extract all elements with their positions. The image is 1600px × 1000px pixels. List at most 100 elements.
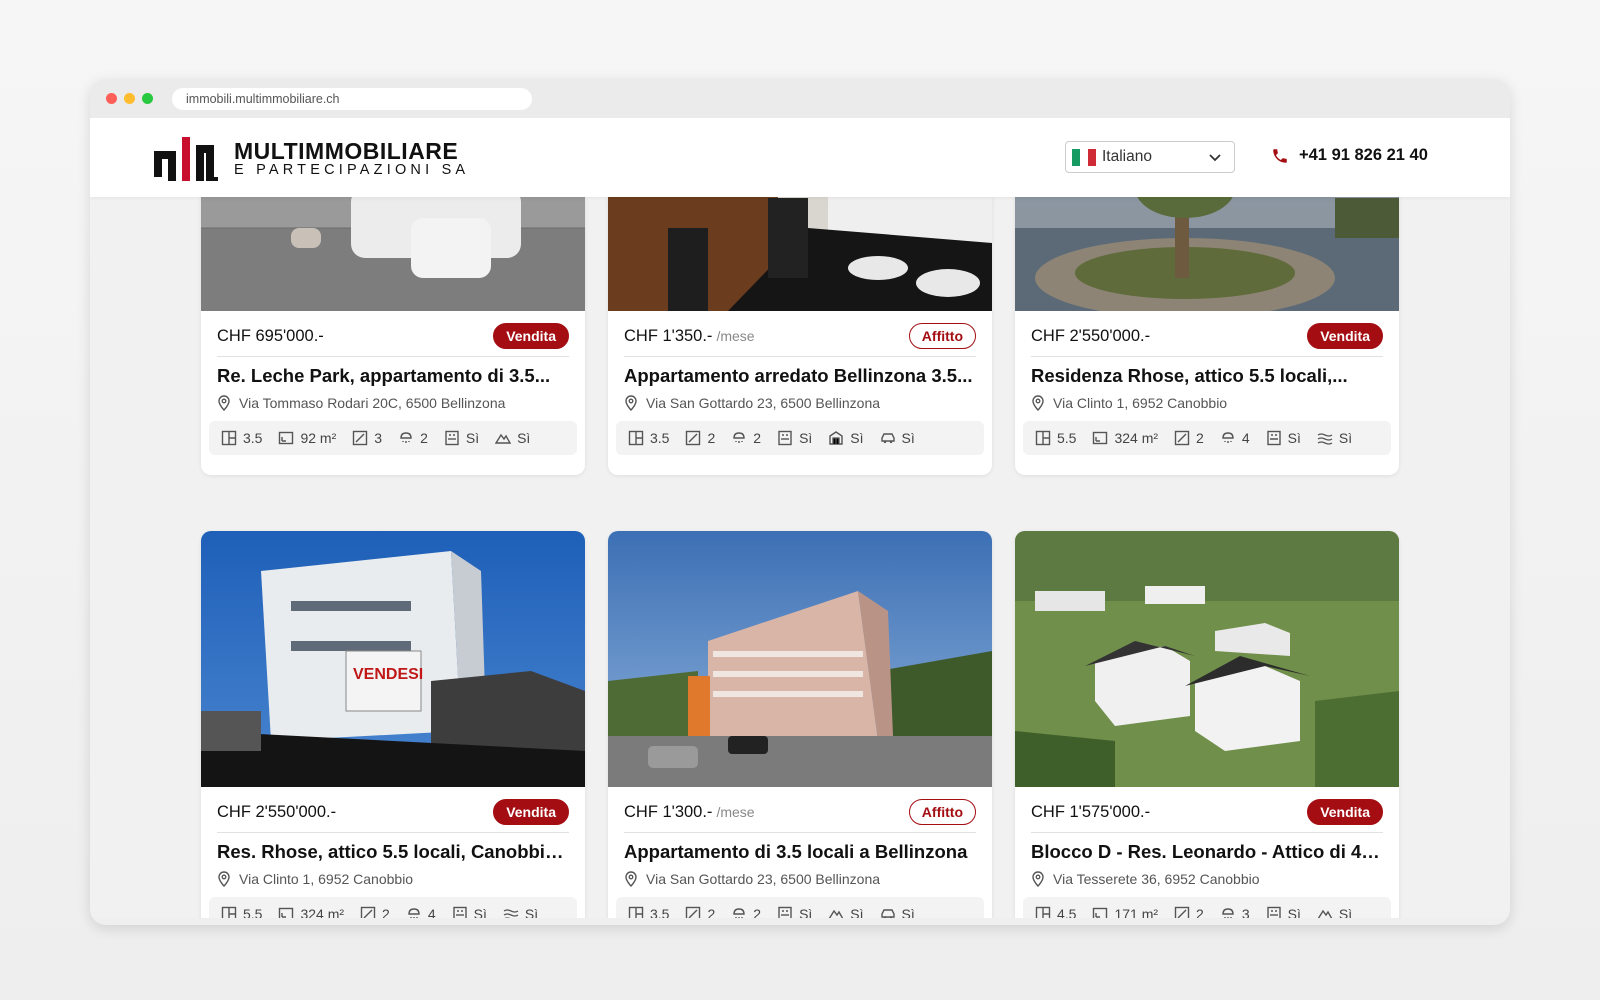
feature-value: 171 m² <box>1114 906 1159 918</box>
feature-item: 5.5 <box>1035 430 1076 446</box>
location-pin-icon <box>1032 871 1044 887</box>
logo-subtitle: E PARTECIPAZIONI SA <box>234 162 470 178</box>
feature-value: Sì <box>799 906 813 918</box>
bathroom-icon <box>686 430 701 446</box>
listing-card[interactable]: CHF 1'575'000.- Vendita Blocco D - Res. … <box>1015 531 1399 918</box>
location-pin-icon <box>625 395 637 411</box>
location-pin-icon <box>1032 395 1044 411</box>
feature-item: 2 <box>685 430 715 446</box>
feature-value: Sì <box>465 430 480 446</box>
location-pin-icon <box>218 871 230 887</box>
listing-title[interactable]: Blocco D - Res. Leonardo - Attico di 4.5… <box>1031 841 1383 863</box>
listing-photo-building-vendesi[interactable]: VENDESI <box>201 531 585 787</box>
listing-card[interactable]: VENDESI CHF 2'550'000.- Vendita Res. Rho… <box>201 531 585 918</box>
language-label: Italiano <box>1102 148 1152 165</box>
listing-price: CHF 1'350.- <box>624 327 713 345</box>
feature-item: 2 <box>360 906 390 918</box>
listing-address-text: Via San Gottardo 23, 6500 Bellinzona <box>646 871 881 887</box>
feature-value: Sì <box>524 906 539 918</box>
feature-item: 3 <box>1220 906 1250 918</box>
feature-item: Sì <box>777 906 812 918</box>
feature-value: 4 <box>427 906 436 918</box>
mountain-view-icon <box>1317 909 1333 918</box>
site-header: MULTIMMOBILIARE E PARTECIPAZIONI SA Ital… <box>90 118 1510 197</box>
browser-titlebar: immobili.multimmobiliare.ch <box>90 79 1510 118</box>
feature-item: 324 m² <box>1092 430 1158 446</box>
feature-item: 4 <box>1220 430 1250 446</box>
feature-item: Sì <box>880 430 915 446</box>
listing-price-period: /mese <box>716 328 755 344</box>
feature-item: Sì <box>503 906 538 918</box>
feature-item: Sì <box>880 906 915 918</box>
listing-title[interactable]: Re. Leche Park, appartamento di 3.5... <box>217 365 569 387</box>
feature-item: 2 <box>398 430 428 446</box>
listing-card[interactable]: CHF 1'300.-/mese Affitto Appartamento di… <box>608 531 992 918</box>
feature-item: 2 <box>1174 430 1204 446</box>
listing-address-text: Via Tommaso Rodari 20C, 6500 Bellinzona <box>239 395 506 411</box>
listing-title[interactable]: Appartamento di 3.5 locali a Bellinzona <box>624 841 976 863</box>
maximize-window-button[interactable] <box>142 93 153 104</box>
listing-title[interactable]: Appartamento arredato Bellinzona 3.5... <box>624 365 976 387</box>
feature-item: 4 <box>406 906 436 918</box>
feature-value: 92 m² <box>300 430 337 446</box>
address-bar[interactable]: immobili.multimmobiliare.ch <box>172 88 532 110</box>
feature-item: 5.5 <box>221 906 262 918</box>
feature-value: Sì <box>850 430 864 446</box>
feature-value: Sì <box>1338 430 1353 446</box>
feature-value: 2 <box>707 430 716 446</box>
feature-value: 5.5 <box>1057 430 1077 446</box>
appliances-icon <box>778 430 792 446</box>
listing-title[interactable]: Residenza Rhose, attico 5.5 locali,... <box>1031 365 1383 387</box>
feature-item: Sì <box>1266 430 1301 446</box>
phone-link[interactable]: +41 91 826 21 40 <box>1271 146 1428 165</box>
listing-address: Via Tommaso Rodari 20C, 6500 Bellinzona <box>217 395 505 411</box>
feature-value: 324 m² <box>300 906 345 918</box>
feature-value: 4.5 <box>1057 906 1077 918</box>
lake-view-icon <box>1317 433 1333 445</box>
feature-item: Sì <box>444 430 479 446</box>
close-window-button[interactable] <box>106 93 117 104</box>
feature-item: Sì <box>828 906 864 918</box>
listing-price: CHF 2'550'000.- <box>217 803 337 821</box>
mountain-view-icon <box>495 433 512 444</box>
language-select[interactable]: Italiano <box>1065 141 1235 173</box>
listing-photo-residence-render[interactable] <box>1015 531 1399 787</box>
minimize-window-button[interactable] <box>124 93 135 104</box>
feature-value: 5.5 <box>243 906 263 918</box>
feature-item: 3.5 <box>221 430 262 446</box>
feature-value: Sì <box>1287 906 1301 918</box>
listing-type-badge: Affitto <box>908 323 976 349</box>
shower-icon <box>400 432 412 443</box>
listing-photo-apartment-block[interactable] <box>608 531 992 787</box>
listing-type-badge: Vendita <box>493 323 569 349</box>
feature-item: 171 m² <box>1092 906 1158 918</box>
feature-value: 3.5 <box>243 430 263 446</box>
feature-item: Sì <box>452 906 487 918</box>
location-pin-icon <box>218 395 230 411</box>
feature-item: 2 <box>685 906 715 918</box>
listing-address: Via San Gottardo 23, 6500 Bellinzona <box>624 395 880 411</box>
feature-value: 324 m² <box>1114 430 1159 446</box>
area-icon <box>279 907 294 918</box>
mountain-view-icon <box>829 909 844 918</box>
listing-title[interactable]: Res. Rhose, attico 5.5 locali, Canobbio … <box>217 841 569 863</box>
site-logo[interactable]: MULTIMMOBILIARE E PARTECIPAZIONI SA <box>154 137 469 181</box>
listing-address-text: Via Clinto 1, 6952 Canobbio <box>239 871 414 887</box>
bathroom-icon <box>360 906 376 918</box>
listing-price-period: /mese <box>716 804 755 820</box>
appliances-icon <box>1266 906 1281 918</box>
chevron-down-icon <box>1209 154 1221 162</box>
feature-item: Sì <box>1317 430 1352 446</box>
rooms-icon <box>628 906 644 918</box>
feature-item: Sì <box>1266 906 1301 918</box>
area-icon <box>1093 431 1108 445</box>
feature-value: 2 <box>753 430 762 446</box>
rooms-icon <box>1035 906 1051 918</box>
area-icon <box>1093 907 1108 918</box>
appliances-icon <box>1266 430 1281 446</box>
feature-value: Sì <box>799 430 813 446</box>
feature-item: 324 m² <box>278 906 344 918</box>
feature-item: Sì <box>828 430 864 446</box>
bathroom-icon <box>1174 906 1190 918</box>
feature-value: 2 <box>707 906 716 918</box>
